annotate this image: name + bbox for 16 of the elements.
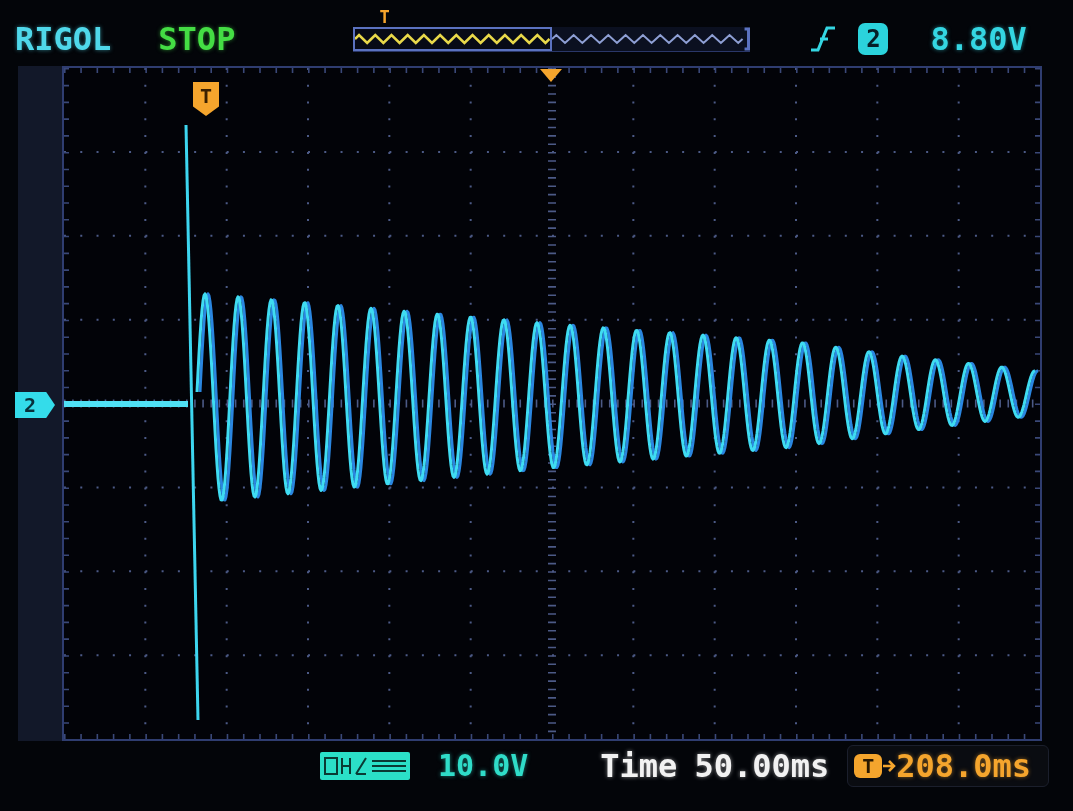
- arrow-icon: [882, 758, 897, 774]
- channel-badge-icon: [320, 752, 410, 780]
- rising-edge-icon: [810, 25, 837, 53]
- trigger-position-label: T: [379, 8, 390, 26]
- channel-marker: 2: [15, 392, 55, 418]
- trigger-source-badge: 2: [858, 23, 889, 55]
- vertical-scale-label: 10.0V: [438, 751, 529, 781]
- trigger-marker: T: [193, 82, 219, 116]
- trigger-offset-value: 208.0ms: [896, 750, 1032, 782]
- timebase-value: 50.00ms: [694, 750, 830, 782]
- trigger-badge: T: [854, 754, 883, 778]
- run-state-label: STOP: [158, 23, 236, 55]
- timebase-label: Time: [600, 750, 678, 782]
- trigger-level-label: 8.80V: [930, 23, 1027, 55]
- down-triangle-icon: [540, 69, 562, 82]
- brand-label: RIGOL: [15, 23, 112, 55]
